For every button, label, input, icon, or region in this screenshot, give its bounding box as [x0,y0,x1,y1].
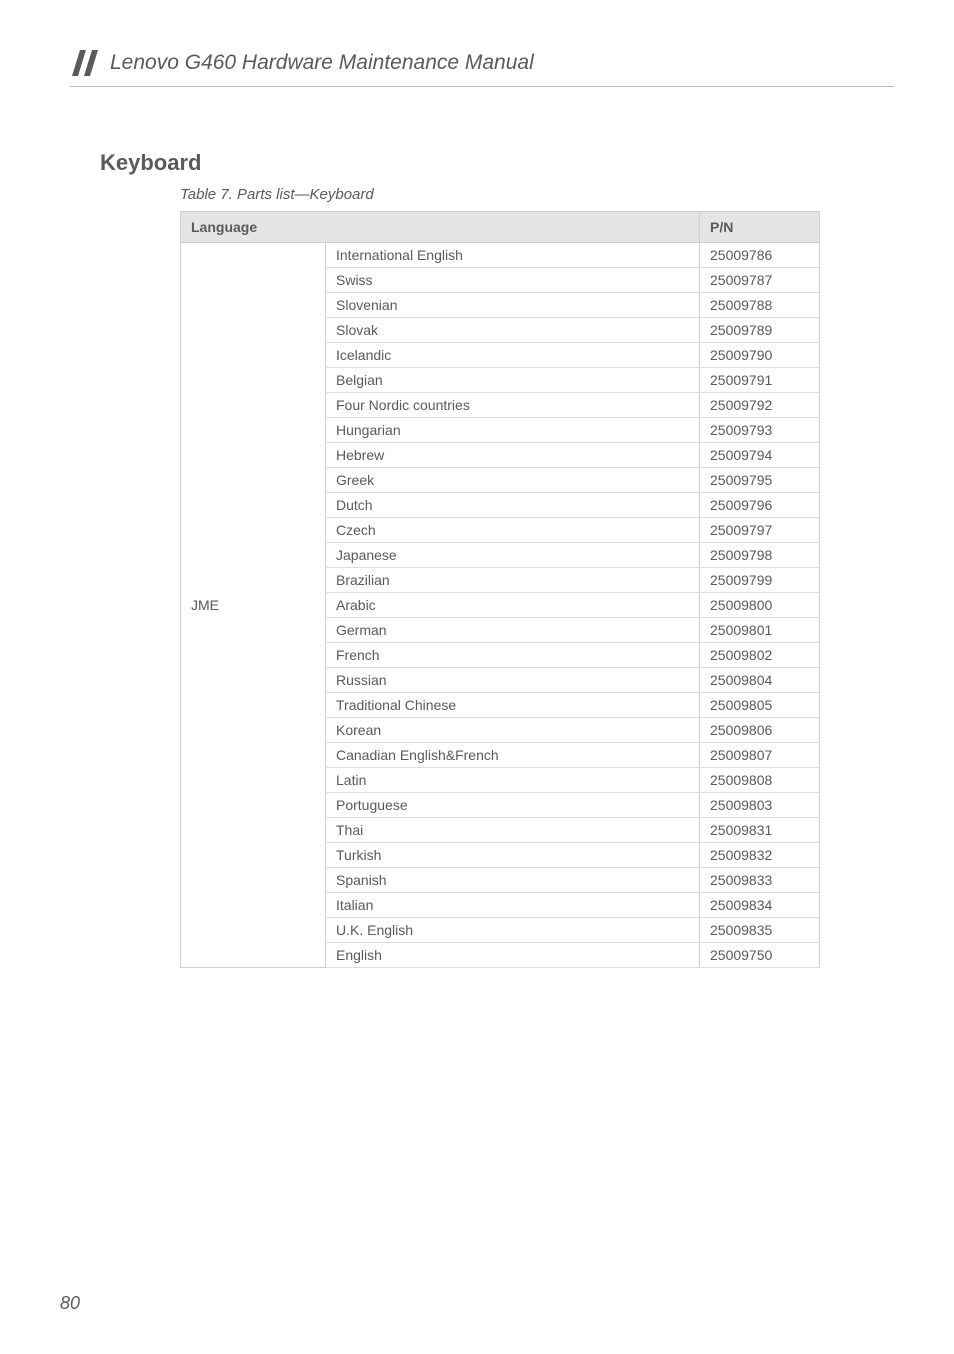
desc-cell: Thai [326,818,700,843]
desc-cell: Korean [326,718,700,743]
pn-cell: 25009805 [700,693,820,718]
desc-cell: Swiss [326,268,700,293]
running-head: Lenovo G460 Hardware Maintenance Manual [70,50,894,87]
page-number: 80 [60,1293,80,1314]
pn-cell: 25009804 [700,668,820,693]
desc-cell: Slovak [326,318,700,343]
pn-cell: 25009833 [700,868,820,893]
pn-cell: 25009793 [700,418,820,443]
desc-cell: English [326,943,700,968]
desc-cell: Portuguese [326,793,700,818]
desc-cell: Greek [326,468,700,493]
desc-cell: German [326,618,700,643]
pn-cell: 25009806 [700,718,820,743]
pn-cell: 25009803 [700,793,820,818]
section-title: Keyboard [100,150,894,176]
col-header-pn: P/N [700,212,820,243]
table-header-row: Language P/N [181,212,820,243]
pn-cell: 25009750 [700,943,820,968]
desc-cell: Arabic [326,593,700,618]
desc-cell: Slovenian [326,293,700,318]
pn-cell: 25009834 [700,893,820,918]
desc-cell: Hungarian [326,418,700,443]
parts-table: Language P/N JMEInternational English250… [180,211,820,968]
desc-cell: Belgian [326,368,700,393]
pn-cell: 25009786 [700,243,820,268]
pn-cell: 25009832 [700,843,820,868]
desc-cell: Italian [326,893,700,918]
pn-cell: 25009800 [700,593,820,618]
desc-cell: Latin [326,768,700,793]
desc-cell: Japanese [326,543,700,568]
pn-cell: 25009808 [700,768,820,793]
desc-cell: Four Nordic countries [326,393,700,418]
table-row: JMEInternational English25009786 [181,243,820,268]
parts-table-wrap: Language P/N JMEInternational English250… [180,211,820,968]
desc-cell: Russian [326,668,700,693]
pn-cell: 25009795 [700,468,820,493]
pn-cell: 25009797 [700,518,820,543]
running-head-title: Lenovo G460 Hardware Maintenance Manual [110,51,534,75]
pn-cell: 25009792 [700,393,820,418]
desc-cell: Turkish [326,843,700,868]
desc-cell: Dutch [326,493,700,518]
pn-cell: 25009787 [700,268,820,293]
pn-cell: 25009794 [700,443,820,468]
pn-cell: 25009789 [700,318,820,343]
pn-cell: 25009798 [700,543,820,568]
table-caption: Table 7. Parts list—Keyboard [180,186,894,203]
col-header-language: Language [181,212,700,243]
pn-cell: 25009799 [700,568,820,593]
pn-cell: 25009807 [700,743,820,768]
slash-icon [70,50,100,76]
pn-cell: 25009801 [700,618,820,643]
desc-cell: French [326,643,700,668]
pn-cell: 25009835 [700,918,820,943]
pn-cell: 25009791 [700,368,820,393]
pn-cell: 25009831 [700,818,820,843]
desc-cell: Traditional Chinese [326,693,700,718]
desc-cell: International English [326,243,700,268]
content-area: Keyboard Table 7. Parts list—Keyboard La… [100,150,894,968]
desc-cell: Spanish [326,868,700,893]
pn-cell: 25009796 [700,493,820,518]
desc-cell: Icelandic [326,343,700,368]
desc-cell: Brazilian [326,568,700,593]
pn-cell: 25009802 [700,643,820,668]
desc-cell: Canadian English&French [326,743,700,768]
group-label-cell: JME [181,243,326,968]
desc-cell: Czech [326,518,700,543]
desc-cell: U.K. English [326,918,700,943]
pn-cell: 25009788 [700,293,820,318]
pn-cell: 25009790 [700,343,820,368]
desc-cell: Hebrew [326,443,700,468]
